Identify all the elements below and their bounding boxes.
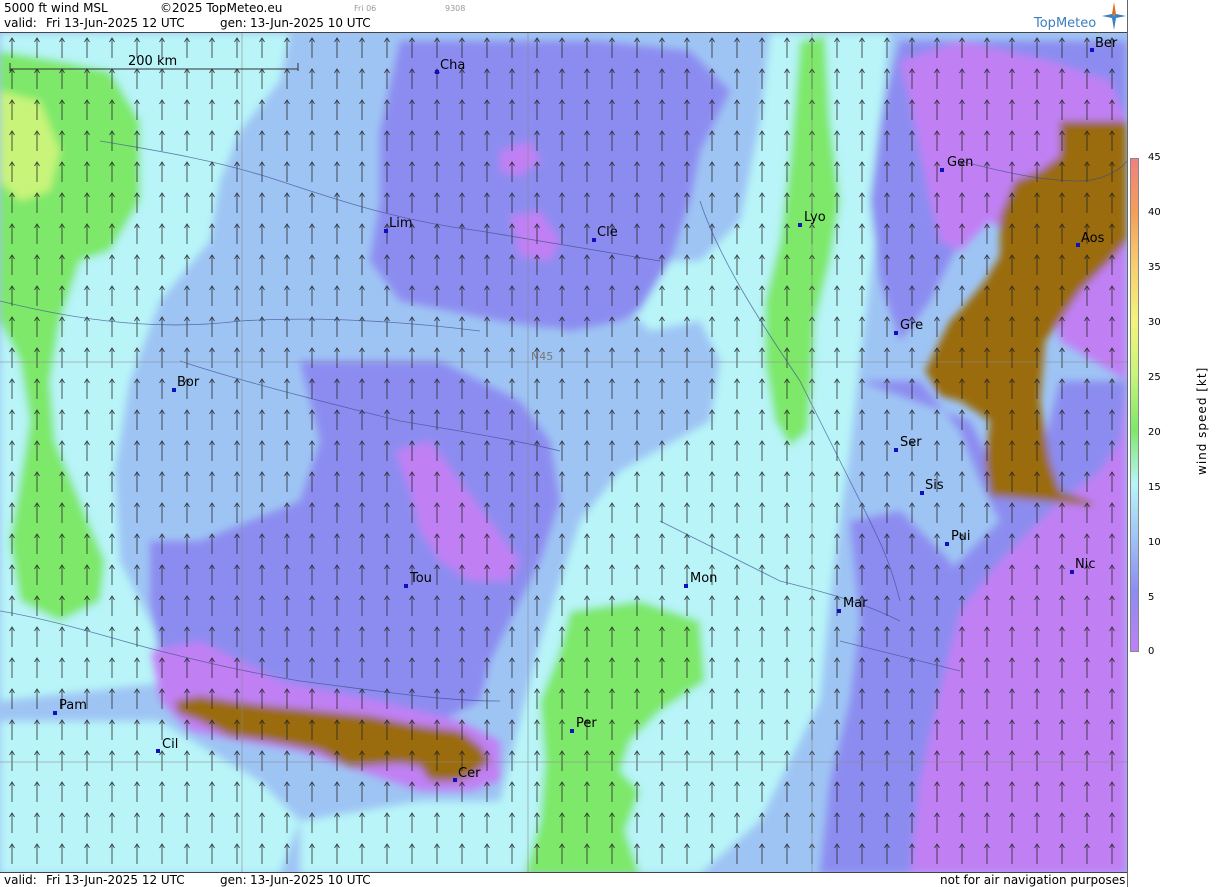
- legend-title: wind speed [kt]: [1195, 366, 1209, 475]
- city-gre[interactable]: Gre: [900, 318, 923, 333]
- day-tag: Fri 06: [354, 4, 377, 13]
- city-bor[interactable]: Bor: [177, 375, 200, 390]
- city-tou[interactable]: Tou: [409, 571, 432, 586]
- city-nic[interactable]: Nic: [1075, 557, 1095, 572]
- city-cer[interactable]: Cer: [458, 766, 481, 781]
- footer-gen-time: 13-Jun-2025 10 UTC: [250, 873, 371, 887]
- copyright: ©2025 TopMeteo.eu: [160, 1, 283, 15]
- city-pui[interactable]: Pui: [951, 529, 970, 544]
- city-aos[interactable]: Aos: [1081, 231, 1105, 246]
- city-lim[interactable]: Lim: [389, 216, 413, 231]
- valid-time: Fri 13-Jun-2025 12 UTC: [46, 16, 185, 30]
- legend-tick: 5: [1148, 592, 1155, 603]
- gen-time: 13-Jun-2025 10 UTC: [250, 16, 371, 30]
- header-bar: 5000 ft wind MSL ©2025 TopMeteo.eu Fri 0…: [0, 0, 1127, 32]
- city-lyo[interactable]: Lyo: [804, 210, 826, 225]
- logo-text: TopMeteo: [1034, 16, 1097, 31]
- legend-tick: 20: [1148, 427, 1161, 438]
- disclaimer: not for air navigation purposes: [940, 873, 1126, 887]
- city-per[interactable]: Per: [576, 716, 597, 731]
- legend-tick: 0: [1148, 646, 1155, 657]
- city-cha[interactable]: Cha: [440, 58, 465, 73]
- city-mon[interactable]: Mon: [690, 571, 717, 586]
- legend-colorbar: [1130, 158, 1139, 652]
- legend-tick: 45: [1148, 152, 1161, 163]
- lat-label: N45: [531, 350, 553, 363]
- city-gen[interactable]: Gen: [947, 155, 973, 170]
- legend-tick: 25: [1148, 372, 1161, 383]
- valid-label: valid:: [4, 16, 37, 30]
- city-ser[interactable]: Ser: [900, 435, 922, 450]
- footer-valid-label: valid:: [4, 873, 37, 887]
- map-title: 5000 ft wind MSL: [4, 1, 108, 15]
- wind-map[interactable]: N45 200 km Cha Lim Cle Lyo Gen Ber Aos G…: [0, 32, 1127, 873]
- footer-bar: valid: Fri 13-Jun-2025 12 UTC gen: 13-Ju…: [0, 873, 1127, 887]
- legend-tick: 15: [1148, 482, 1161, 493]
- wind-field-svg: N45 200 km Cha Lim Cle Lyo Gen Ber Aos G…: [0, 33, 1127, 872]
- city-ber[interactable]: Ber: [1095, 36, 1118, 51]
- run-code: 9308: [445, 4, 466, 13]
- legend-tick: 40: [1148, 207, 1161, 218]
- legend-tick: 35: [1148, 262, 1161, 273]
- compass-logo-icon: [1102, 2, 1126, 30]
- footer-valid-time: Fri 13-Jun-2025 12 UTC: [46, 873, 185, 887]
- city-pam[interactable]: Pam: [59, 698, 87, 713]
- scale-label: 200 km: [128, 54, 177, 69]
- footer-gen-label: gen:: [220, 873, 247, 887]
- city-cle[interactable]: Cle: [597, 225, 618, 240]
- legend-tick: 30: [1148, 317, 1161, 328]
- city-sis[interactable]: Sis: [925, 478, 944, 493]
- gen-label: gen:: [220, 16, 247, 30]
- city-cil[interactable]: Cil: [162, 737, 178, 752]
- legend-tick: 10: [1148, 537, 1161, 548]
- city-mar[interactable]: Mar: [843, 596, 868, 611]
